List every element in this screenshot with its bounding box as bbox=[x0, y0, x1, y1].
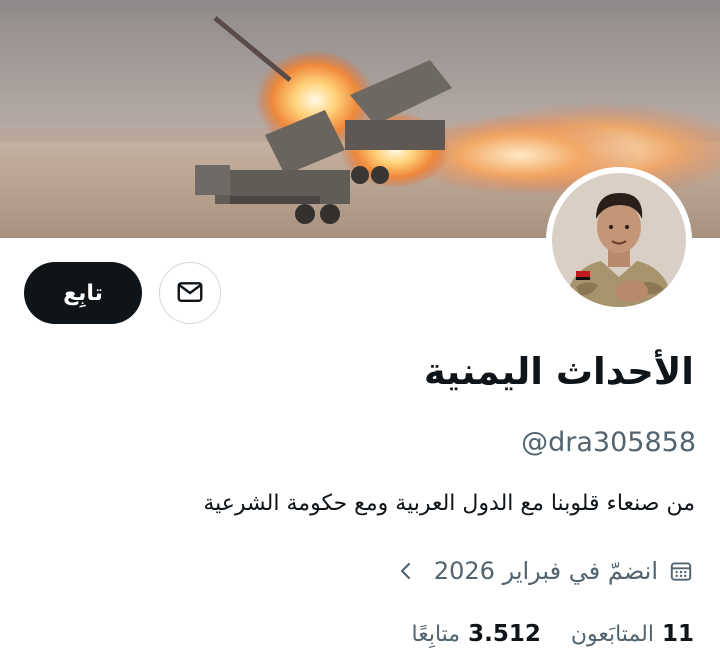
avatar[interactable] bbox=[546, 167, 692, 313]
user-handle: @dra305858 bbox=[521, 427, 696, 458]
envelope-icon bbox=[175, 277, 205, 310]
following-stat[interactable]: 3.512 متابِعًا bbox=[412, 616, 541, 653]
joined-date-row[interactable]: انضمّ في فبراير 2026 bbox=[396, 553, 694, 589]
joined-date: انضمّ في فبراير 2026 bbox=[433, 557, 658, 585]
avatar-image bbox=[546, 167, 692, 313]
user-bio: من صنعاء قلوبنا مع الدول العربية ومع حكو… bbox=[203, 491, 695, 516]
followers-stat[interactable]: 11 المتابَعون bbox=[571, 616, 694, 653]
followers-label: المتابَعون bbox=[570, 622, 654, 647]
following-label: متابِعًا bbox=[411, 622, 461, 647]
stats-row: 11 المتابَعون 3.512 متابِعًا bbox=[412, 616, 695, 653]
message-button[interactable] bbox=[159, 262, 221, 324]
follow-button[interactable]: تابِع bbox=[24, 262, 142, 324]
calendar-icon bbox=[668, 558, 694, 584]
display-name: الأحداث اليمنية bbox=[423, 350, 694, 393]
chevron-left-icon[interactable] bbox=[396, 559, 416, 583]
following-count: 3.512 bbox=[468, 621, 541, 647]
followers-count: 11 bbox=[661, 621, 694, 647]
profile-page: تابِع الأحداث اليمنية @dra305858 من صنعا… bbox=[0, 0, 720, 672]
